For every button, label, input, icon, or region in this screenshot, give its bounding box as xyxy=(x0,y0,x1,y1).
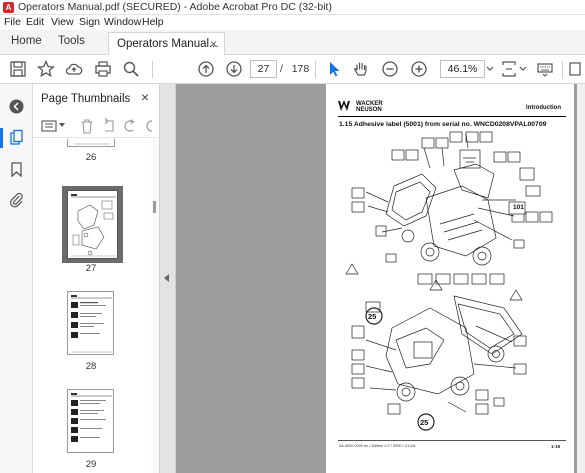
close-tab-icon[interactable]: × xyxy=(210,37,217,51)
save-icon[interactable] xyxy=(9,60,27,78)
star-icon[interactable] xyxy=(37,60,55,78)
thumbnail-page[interactable] xyxy=(67,389,114,453)
panel-splitter[interactable] xyxy=(160,84,176,473)
section-header: Introduction xyxy=(526,105,561,111)
rotate-left-icon[interactable] xyxy=(102,118,116,134)
toolbar-separator xyxy=(152,61,153,78)
decal-25-label: 25 xyxy=(368,312,377,321)
page-separator: / xyxy=(280,63,283,75)
header-rule xyxy=(338,116,566,117)
tab-home[interactable]: Home xyxy=(11,35,42,47)
wacker-neuson-logo xyxy=(338,100,350,111)
thumbnail-preview xyxy=(71,295,112,353)
decal-25-label: 25 xyxy=(420,418,429,427)
zoom-level-input[interactable]: 46.1% xyxy=(440,60,485,78)
menu-bar: File Edit View Sign Window Help xyxy=(0,15,585,30)
tab-tools[interactable]: Tools xyxy=(58,35,85,47)
page-footer-text: 0A-0000 0000 en • Edition 2.0 * 0000 • 0… xyxy=(339,444,416,448)
close-panel-icon[interactable]: × xyxy=(141,89,149,105)
paperclip-icon[interactable] xyxy=(8,191,25,208)
page-footer-number: 1-19 xyxy=(551,444,561,449)
page-heading: 1.15 Adhesive label (5001) from serial n… xyxy=(339,121,547,128)
footer-rule xyxy=(338,440,566,441)
tab-document-label: Operators Manual... xyxy=(117,38,219,50)
rotate-clockwise-icon[interactable] xyxy=(143,118,155,134)
print-icon[interactable] xyxy=(94,60,112,78)
cloud-upload-icon[interactable] xyxy=(65,60,83,78)
toolbar-separator xyxy=(315,61,316,78)
zoom-in-icon[interactable] xyxy=(410,60,428,78)
decal-101-label: 101 xyxy=(513,204,524,211)
thumbnail-page-number: 28 xyxy=(85,361,97,372)
rotate-counterclockwise-icon[interactable] xyxy=(122,118,136,134)
logo-wordmark: WACKER NEUSON xyxy=(356,101,383,113)
thumbnail-page-number: 26 xyxy=(85,152,97,163)
next-page-icon[interactable] xyxy=(225,60,243,78)
thumbnail-preview xyxy=(74,143,110,145)
bookmark-icon[interactable] xyxy=(8,161,25,178)
menu-file[interactable]: File xyxy=(4,16,21,28)
page-total: / 178 xyxy=(280,63,309,75)
previous-page-icon[interactable] xyxy=(197,60,215,78)
thumbnail-page[interactable] xyxy=(67,190,118,259)
page-thumbnails-panel: Page Thumbnails × 26 27 28 29 xyxy=(33,84,160,473)
panel-toolbar xyxy=(33,114,159,138)
menu-edit[interactable]: Edit xyxy=(26,16,44,28)
toolbar-separator xyxy=(562,61,563,78)
title-bar: A Operators Manual.pdf (SECURED) - Adobe… xyxy=(0,0,585,15)
hand-tool-icon[interactable] xyxy=(352,60,370,78)
thumbnail-preview xyxy=(71,393,112,442)
active-indicator xyxy=(0,128,3,148)
trash-icon[interactable] xyxy=(80,118,94,134)
pdf-page: WACKER NEUSON Introduction 1.15 Adhesive… xyxy=(326,84,574,473)
thumbnail-scrollbar[interactable] xyxy=(151,139,159,473)
thumbnail-page[interactable] xyxy=(67,139,115,147)
more-tools-icon[interactable] xyxy=(568,60,582,78)
document-view[interactable]: WACKER NEUSON Introduction 1.15 Adhesive… xyxy=(176,84,585,473)
chevron-down-icon[interactable] xyxy=(486,60,494,78)
scrollbar-thumb[interactable] xyxy=(153,201,156,213)
chevron-down-icon[interactable] xyxy=(59,123,65,128)
total-pages: 178 xyxy=(291,63,310,75)
collapse-rail-icon[interactable] xyxy=(8,98,25,115)
acrobat-app-icon: A xyxy=(3,2,14,13)
thumbnail-preview xyxy=(71,194,116,257)
collapse-panel-arrow-icon[interactable] xyxy=(164,274,169,282)
page-thumbnails-icon[interactable] xyxy=(8,129,25,146)
thumbnail-options-icon[interactable] xyxy=(41,119,57,133)
thumbnail-list: 26 27 28 29 xyxy=(33,139,151,473)
tab-document[interactable]: Operators Manual... × xyxy=(108,32,225,56)
menu-window[interactable]: Window xyxy=(104,16,141,28)
menu-help[interactable]: Help xyxy=(142,16,164,28)
thumbnail-page-number: 27 xyxy=(85,263,97,274)
keyboard-icon[interactable] xyxy=(536,60,554,78)
thumbnail-page-number: 29 xyxy=(85,459,97,470)
document-scrollbar[interactable] xyxy=(577,84,585,473)
window-title: Operators Manual.pdf (SECURED) - Adobe A… xyxy=(18,1,332,13)
left-navigation-rail xyxy=(0,84,33,473)
search-icon[interactable] xyxy=(122,60,140,78)
logo-line-2: NEUSON xyxy=(356,107,382,113)
zoom-out-icon[interactable] xyxy=(381,60,399,78)
fit-page-icon[interactable] xyxy=(500,60,518,78)
menu-sign[interactable]: Sign xyxy=(79,16,100,28)
toolbar: 27 / 178 46.1% xyxy=(0,55,585,84)
thumbnail-page[interactable] xyxy=(67,291,114,355)
dumper-label-diagram xyxy=(345,131,553,431)
page-number-input[interactable]: 27 xyxy=(250,60,277,78)
tab-bar: Home Tools Operators Manual... × xyxy=(0,30,585,56)
select-cursor-icon[interactable] xyxy=(325,60,343,78)
menu-view[interactable]: View xyxy=(51,16,74,28)
panel-title: Page Thumbnails xyxy=(41,93,131,105)
chevron-down-icon[interactable] xyxy=(519,60,527,78)
